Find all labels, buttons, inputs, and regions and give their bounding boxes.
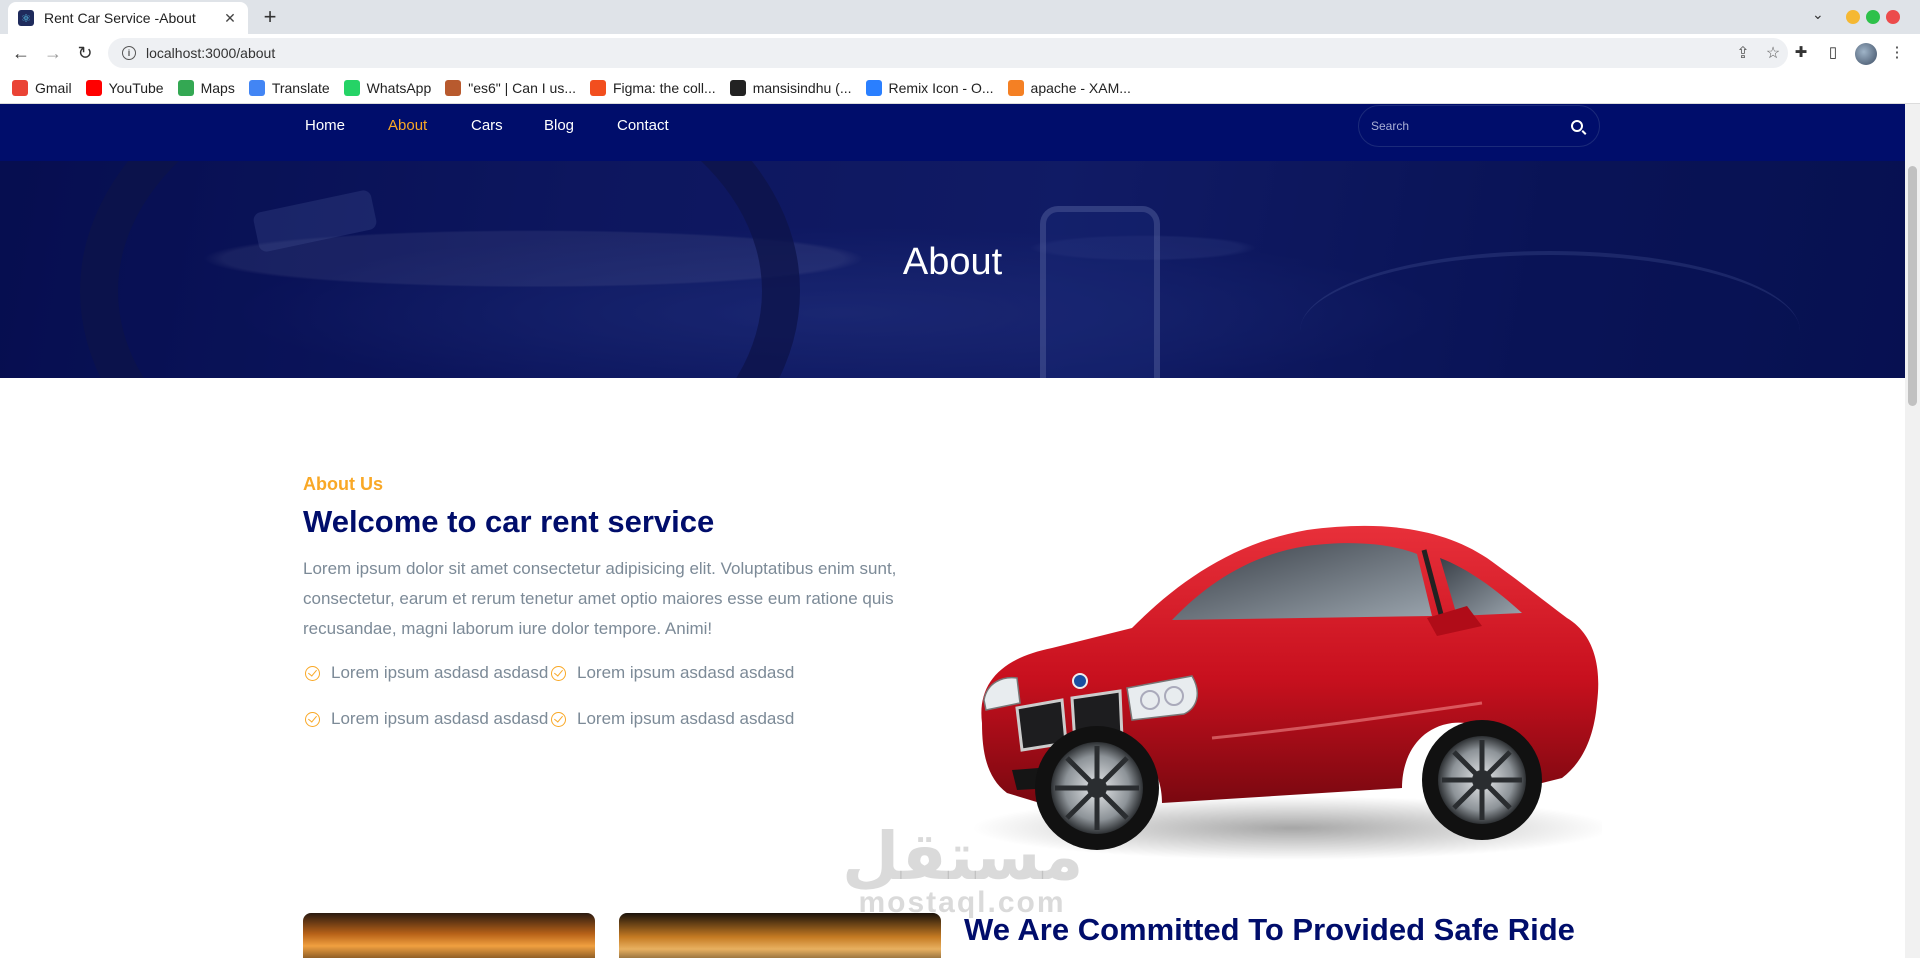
close-tab-icon[interactable]: ✕ (222, 10, 238, 27)
bookmark-item[interactable]: Remix Icon - O... (865, 79, 994, 96)
bookmark-label: Gmail (35, 79, 72, 96)
nav-link-cars[interactable]: Cars (471, 117, 503, 134)
check-circle-icon (305, 665, 320, 681)
feature-item: Lorem ipsum asdasd asdasd (551, 709, 794, 729)
stackoverflow-icon (1007, 79, 1024, 96)
site-info-icon[interactable]: i (122, 46, 136, 60)
check-circle-icon (551, 711, 566, 727)
feature-item: Lorem ipsum asdasd asdasd (305, 709, 548, 729)
bookmark-label: apache - XAM... (1030, 79, 1131, 96)
bookmark-item[interactable]: Gmail (12, 79, 72, 96)
bookmark-label: YouTube (108, 79, 164, 96)
browser-toolbar: ← → ↻ i localhost:3000/about ⇪ ☆ ✚ ▯ ⋮ (0, 34, 1920, 72)
about-subtitle: About Us (303, 474, 383, 494)
bookmark-item[interactable]: Translate (248, 79, 330, 96)
site-search-input[interactable] (1371, 119, 1571, 133)
page-viewport: Home About Cars Blog Contact About About… (0, 104, 1905, 958)
youtube-icon (85, 79, 102, 96)
browser-tab-strip: ⚛ Rent Car Service -About ✕ + ⌄ (0, 0, 1920, 34)
bookmarks-bar: Gmail YouTube Maps Translate WhatsApp "es6" |… (0, 72, 1920, 104)
bookmark-item[interactable]: YouTube (85, 79, 164, 96)
whatsapp-icon (343, 79, 360, 96)
hero-banner: About (0, 161, 1905, 378)
bookmark-label: Maps (200, 79, 235, 96)
figma-icon (589, 79, 606, 96)
browser-menu-icon[interactable]: ⋮ (1886, 42, 1908, 64)
extensions-puzzle-icon[interactable]: ✚ (1790, 42, 1812, 64)
site-search-box (1358, 105, 1600, 147)
nav-link-home[interactable]: Home (305, 117, 345, 134)
feature-label: Lorem ipsum asdasd asdasd (577, 663, 795, 682)
bookmark-item[interactable]: apache - XAM... (1007, 79, 1131, 96)
ride-photo-1 (303, 913, 595, 958)
tab-search-chevron-icon[interactable]: ⌄ (1812, 6, 1824, 23)
feature-label: Lorem ipsum asdasd asdasd (331, 663, 549, 682)
share-icon[interactable]: ⇪ (1728, 43, 1758, 63)
tab-title: Rent Car Service -About (44, 10, 196, 26)
bookmark-item[interactable]: Figma: the coll... (589, 79, 716, 96)
window-maximize-button[interactable] (1866, 10, 1880, 24)
translate-icon (248, 79, 265, 96)
nav-link-blog[interactable]: Blog (544, 117, 574, 134)
gmail-icon (12, 79, 28, 96)
about-title: Welcome to car rent service (303, 504, 715, 539)
reload-button[interactable]: ↻ (72, 41, 98, 65)
commitment-title: We Are Committed To Provided Safe Ride (964, 912, 1575, 947)
feature-item: Lorem ipsum asdasd asdasd (305, 663, 548, 683)
github-icon (729, 79, 746, 96)
caniuse-icon (445, 79, 462, 96)
address-bar[interactable]: i localhost:3000/about ⇪ ☆ (108, 38, 1788, 68)
nav-link-about[interactable]: About (388, 117, 427, 134)
feature-label: Lorem ipsum asdasd asdasd (331, 709, 549, 728)
bookmark-label: Figma: the coll... (612, 79, 716, 96)
hero-title: About (902, 241, 1003, 283)
watermark-arabic: مستقل (842, 818, 1084, 895)
react-favicon-icon: ⚛ (18, 10, 34, 26)
bookmark-star-icon[interactable]: ☆ (1758, 43, 1788, 63)
bookmark-item[interactable]: mansisindhu (... (729, 79, 852, 96)
page-scrollbar[interactable] (1905, 104, 1920, 958)
back-button[interactable]: ← (8, 41, 34, 65)
bookmark-item[interactable]: WhatsApp (343, 79, 432, 96)
check-circle-icon (305, 711, 320, 727)
bookmark-label: Translate (271, 79, 330, 96)
browser-tab-active[interactable]: ⚛ Rent Car Service -About ✕ (8, 2, 248, 34)
feature-item: Lorem ipsum asdasd asdasd (551, 663, 794, 683)
mostaql-watermark: مستقل mostaql.com (842, 818, 1084, 920)
bookmark-label: Remix Icon - O... (888, 79, 994, 96)
check-circle-icon (551, 665, 566, 681)
bookmark-item[interactable]: Maps (177, 79, 235, 96)
site-navbar: Home About Cars Blog Contact (0, 104, 1905, 161)
window-close-button[interactable] (1886, 10, 1900, 24)
forward-button[interactable]: → (40, 41, 66, 65)
side-panel-icon[interactable]: ▯ (1822, 42, 1844, 64)
profile-avatar[interactable] (1855, 43, 1877, 65)
bookmark-label: mansisindhu (... (752, 79, 852, 96)
feature-label: Lorem ipsum asdasd asdasd (577, 709, 795, 728)
bookmark-label: WhatsApp (366, 79, 432, 96)
search-icon[interactable] (1571, 120, 1583, 132)
window-minimize-button[interactable] (1846, 10, 1860, 24)
address-url[interactable]: localhost:3000/about (146, 45, 1728, 61)
maps-icon (177, 79, 194, 96)
nav-link-contact[interactable]: Contact (617, 117, 669, 134)
bookmark-label: "es6" | Can I us... (468, 79, 576, 96)
bookmark-item[interactable]: "es6" | Can I us... (445, 79, 576, 96)
ride-photo-2 (619, 913, 941, 958)
scrollbar-thumb[interactable] (1908, 166, 1917, 406)
new-tab-button[interactable]: + (258, 4, 282, 30)
remixicon-icon (865, 79, 882, 96)
about-description: Lorem ipsum dolor sit amet consectetur a… (303, 559, 897, 638)
